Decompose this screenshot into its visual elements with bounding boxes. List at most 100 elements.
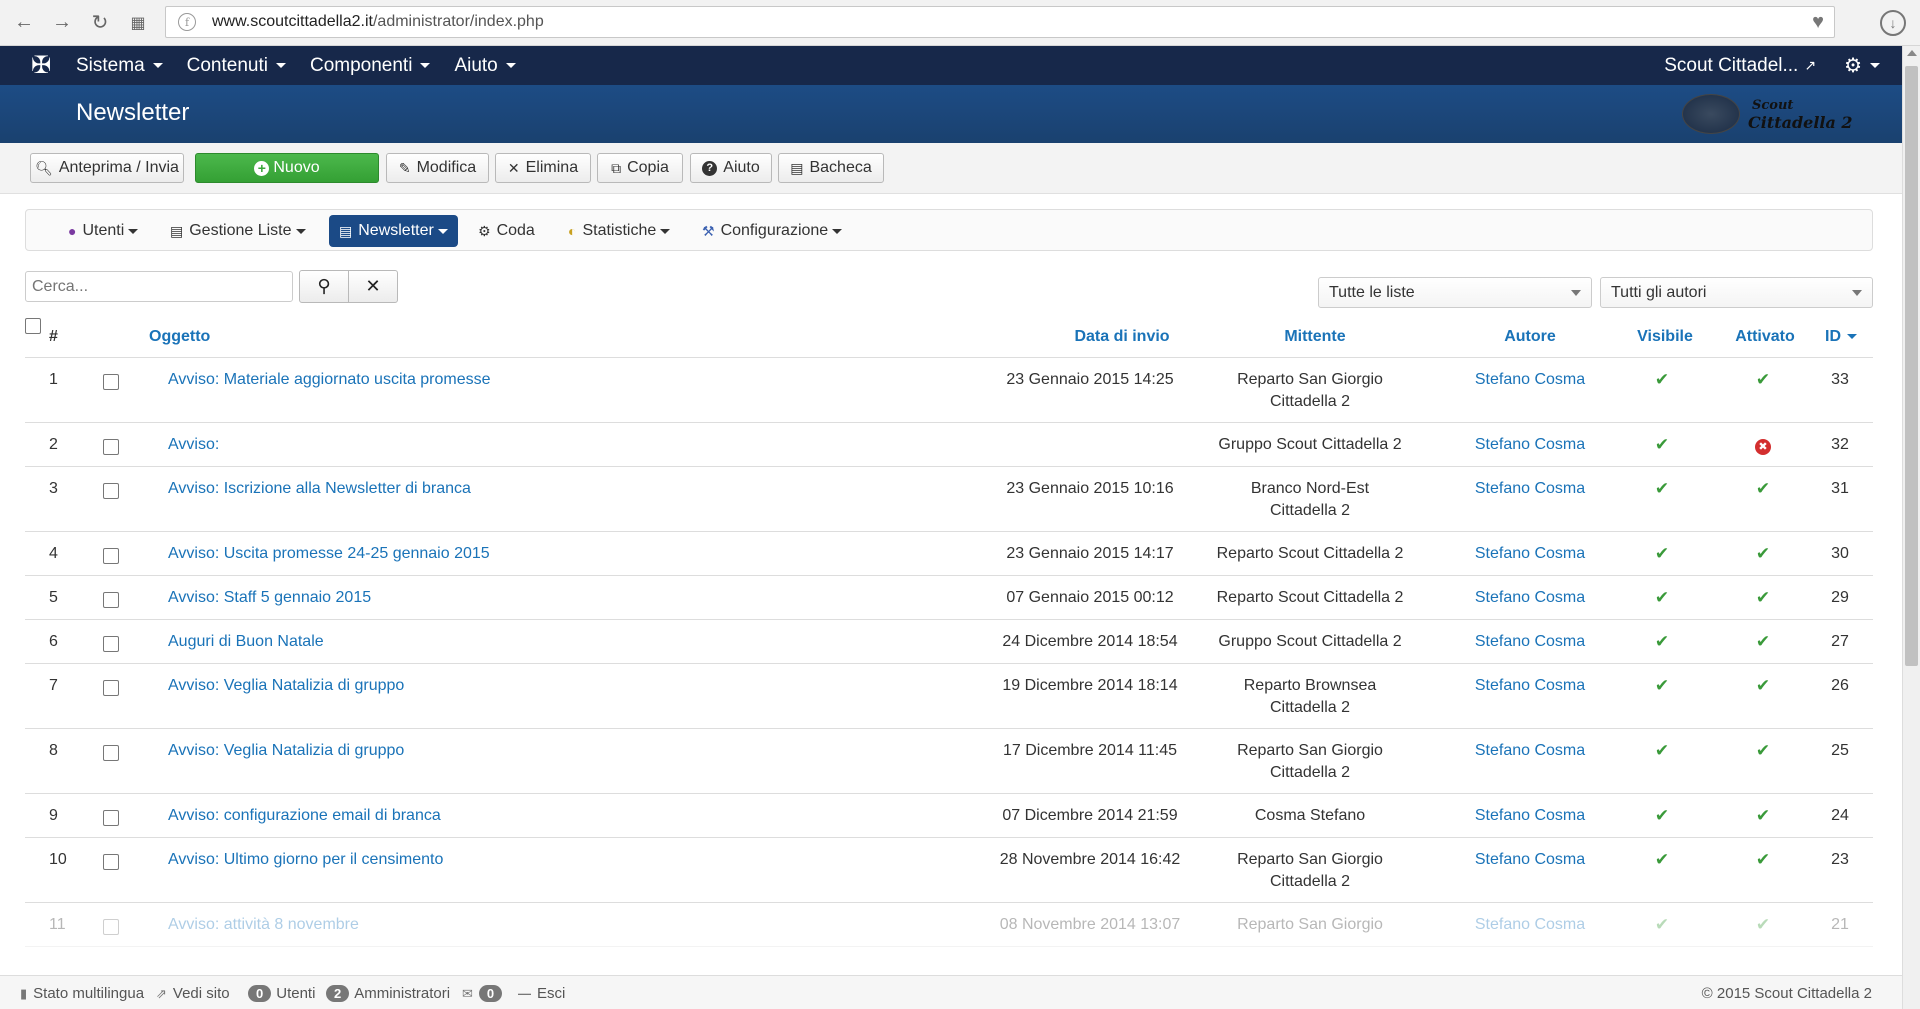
active-check-icon[interactable]: ✔ [1748, 369, 1778, 391]
author-link[interactable]: Stefano Cosma [1435, 478, 1625, 500]
col-author[interactable]: Autore [1465, 328, 1595, 346]
subject-link[interactable]: Avviso: Uscita promesse 24-25 gennaio 20… [168, 543, 490, 565]
visible-check-icon[interactable]: ✔ [1647, 369, 1677, 391]
back-icon[interactable]: ← [10, 9, 38, 37]
visible-check-icon[interactable]: ✔ [1647, 631, 1677, 653]
logout-link[interactable]: — Esci [518, 985, 565, 1002]
list-filter-select[interactable]: Tutte le liste [1318, 277, 1592, 308]
submenu-config[interactable]: ⚒ Configurazione [696, 215, 848, 247]
menu-contenuti[interactable]: Contenuti [187, 55, 286, 77]
menu-componenti[interactable]: Componenti [310, 55, 431, 77]
bookmark-heart-icon[interactable]: ♥ [1812, 11, 1824, 34]
subject-link[interactable]: Avviso: attività 8 novembre [168, 914, 359, 936]
col-id[interactable]: ID [1825, 328, 1857, 346]
admins-online[interactable]: 2 Amministratori [326, 985, 450, 1002]
visible-check-icon[interactable]: ✔ [1647, 478, 1677, 500]
active-check-icon[interactable]: ✔ [1748, 543, 1778, 565]
author-link[interactable]: Stefano Cosma [1435, 740, 1625, 762]
active-check-icon[interactable]: ✔ [1748, 675, 1778, 697]
row-checkbox[interactable] [103, 548, 119, 564]
visible-check-icon[interactable]: ✔ [1647, 849, 1677, 871]
active-check-icon[interactable]: ✔ [1748, 631, 1778, 653]
subject-link[interactable]: Avviso: Iscrizione alla Newsletter di br… [168, 478, 471, 500]
subject-link[interactable]: Avviso: configurazione email di branca [168, 805, 441, 827]
site-link[interactable]: Scout Cittadel... [1664, 55, 1798, 77]
author-link[interactable]: Stefano Cosma [1435, 369, 1625, 391]
row-checkbox[interactable] [103, 919, 119, 935]
subject-link[interactable]: Avviso: Ultimo giorno per il censimento [168, 849, 443, 871]
author-link[interactable]: Stefano Cosma [1435, 914, 1625, 936]
inactive-x-icon[interactable]: ✖ [1748, 434, 1778, 456]
row-checkbox[interactable] [103, 854, 119, 870]
subject-link[interactable]: Avviso: Veglia Natalizia di gruppo [168, 740, 404, 762]
preview-send-button[interactable]: 🔍︎ Anteprima / Invia [30, 153, 184, 183]
author-link[interactable]: Stefano Cosma [1435, 675, 1625, 697]
row-checkbox[interactable] [103, 680, 119, 696]
site-info-icon[interactable]: f [178, 13, 196, 31]
row-checkbox[interactable] [103, 810, 119, 826]
visible-check-icon[interactable]: ✔ [1647, 434, 1677, 456]
submenu-newsletter[interactable]: ▤ Newsletter [329, 215, 458, 247]
gear-icon[interactable]: ⚙ [1844, 53, 1862, 78]
row-checkbox[interactable] [103, 636, 119, 652]
active-check-icon[interactable]: ✔ [1748, 849, 1778, 871]
visible-check-icon[interactable]: ✔ [1647, 675, 1677, 697]
col-active[interactable]: Attivato [1715, 328, 1815, 346]
clear-button[interactable]: ✕ [348, 270, 398, 303]
menu-sistema[interactable]: Sistema [76, 55, 163, 77]
col-subject[interactable]: Oggetto [149, 328, 210, 346]
scroll-thumb[interactable] [1905, 66, 1918, 666]
scroll-up-icon[interactable] [1907, 50, 1917, 56]
menu-aiuto[interactable]: Aiuto [454, 55, 516, 77]
new-button[interactable]: + Nuovo [195, 153, 379, 183]
author-link[interactable]: Stefano Cosma [1435, 805, 1625, 827]
multilang-status[interactable]: ▮ Stato multilingua [20, 985, 144, 1002]
author-link[interactable]: Stefano Cosma [1435, 587, 1625, 609]
author-link[interactable]: Stefano Cosma [1435, 543, 1625, 565]
visible-check-icon[interactable]: ✔ [1647, 740, 1677, 762]
users-online[interactable]: 0 Utenti [248, 985, 315, 1002]
address-bar[interactable]: f www.scoutcittadella2.it/administrator/… [165, 6, 1835, 38]
view-site-link[interactable]: ⇗ Vedi sito [156, 985, 230, 1002]
submenu-stats[interactable]: ◐ Statistiche [562, 215, 676, 247]
row-checkbox[interactable] [103, 439, 119, 455]
forward-icon[interactable]: → [48, 9, 76, 37]
subject-link[interactable]: Avviso: Materiale aggiornato uscita prom… [168, 369, 491, 391]
reload-icon[interactable]: ↻ [86, 9, 114, 37]
delete-button[interactable]: ✕ Elimina [495, 153, 591, 183]
subject-link[interactable]: Auguri di Buon Natale [168, 631, 324, 653]
col-sender[interactable]: Mittente [1250, 328, 1380, 346]
author-link[interactable]: Stefano Cosma [1435, 434, 1625, 456]
col-date[interactable]: Data di invio [1047, 328, 1197, 346]
col-visible[interactable]: Visibile [1615, 328, 1715, 346]
copy-button[interactable]: ⧉ Copia [597, 153, 683, 183]
active-check-icon[interactable]: ✔ [1748, 805, 1778, 827]
select-all-checkbox[interactable] [25, 318, 41, 334]
search-input[interactable] [25, 271, 293, 302]
visible-check-icon[interactable]: ✔ [1647, 914, 1677, 936]
search-button[interactable]: ⚲ [299, 270, 349, 303]
author-link[interactable]: Stefano Cosma [1435, 849, 1625, 871]
row-checkbox[interactable] [103, 374, 119, 390]
row-checkbox[interactable] [103, 745, 119, 761]
dashboard-button[interactable]: ▤ Bacheca [778, 153, 884, 183]
active-check-icon[interactable]: ✔ [1748, 478, 1778, 500]
messages[interactable]: ✉ 0 [462, 985, 507, 1002]
page-scrollbar[interactable] [1902, 46, 1920, 1009]
subject-link[interactable]: Avviso: Veglia Natalizia di gruppo [168, 675, 404, 697]
download-icon[interactable]: ↓ [1880, 10, 1906, 36]
submenu-lists[interactable]: ▤ Gestione Liste [164, 215, 312, 247]
visible-check-icon[interactable]: ✔ [1647, 805, 1677, 827]
row-checkbox[interactable] [103, 592, 119, 608]
submenu-queue[interactable]: ⚙ Coda [472, 215, 541, 247]
active-check-icon[interactable]: ✔ [1748, 587, 1778, 609]
help-button[interactable]: ? Aiuto [690, 153, 772, 183]
row-checkbox[interactable] [103, 483, 119, 499]
edit-button[interactable]: ✎ Modifica [386, 153, 489, 183]
submenu-users[interactable]: ● Utenti [62, 215, 144, 247]
visible-check-icon[interactable]: ✔ [1647, 543, 1677, 565]
visible-check-icon[interactable]: ✔ [1647, 587, 1677, 609]
author-link[interactable]: Stefano Cosma [1435, 631, 1625, 653]
active-check-icon[interactable]: ✔ [1748, 740, 1778, 762]
subject-link[interactable]: Avviso: Staff 5 gennaio 2015 [168, 587, 371, 609]
